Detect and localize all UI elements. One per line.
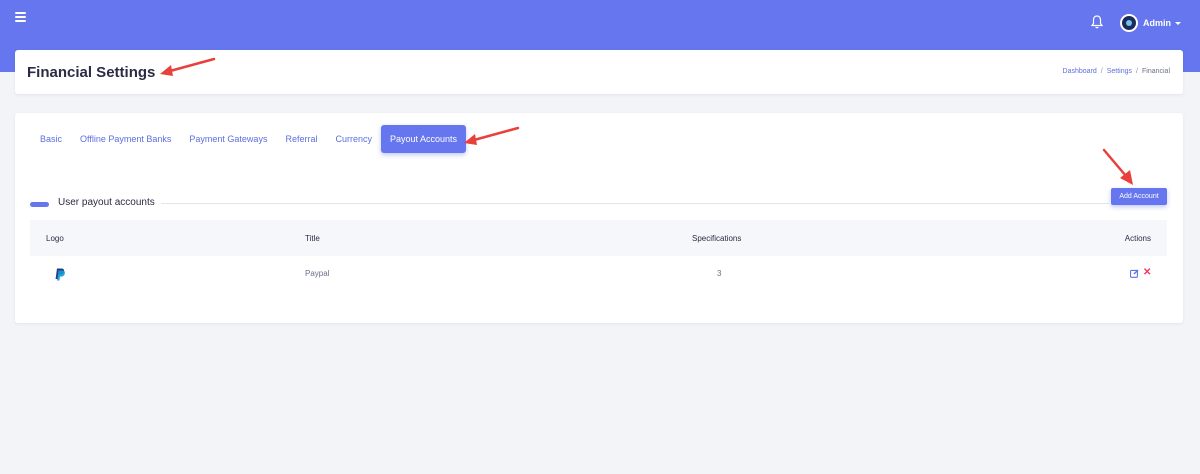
bell-icon[interactable] <box>1090 14 1104 30</box>
settings-tabs: Basic Offline Payment Banks Payment Gate… <box>31 125 467 153</box>
edit-icon[interactable] <box>1130 269 1139 278</box>
breadcrumb-settings[interactable]: Settings <box>1107 68 1132 75</box>
add-account-button[interactable]: Add Account <box>1111 188 1167 205</box>
table-header: Logo Title Specifications Actions <box>30 220 1167 256</box>
breadcrumb-financial: Financial <box>1141 68 1170 75</box>
column-header-title: Title <box>305 234 320 243</box>
settings-card: Basic Offline Payment Banks Payment Gate… <box>15 113 1183 323</box>
column-header-actions: Actions <box>1124 234 1151 243</box>
tab-referral[interactable]: Referral <box>276 125 326 153</box>
hamburger-icon[interactable] <box>15 12 26 22</box>
breadcrumb: Dashboard / Settings / Financial <box>1063 68 1170 75</box>
breadcrumb-separator: / <box>1136 68 1138 75</box>
user-menu[interactable]: Admin <box>1120 13 1181 33</box>
section-divider <box>161 203 1109 204</box>
tab-currency[interactable]: Currency <box>326 125 381 153</box>
paypal-icon <box>55 268 65 281</box>
row-title: Paypal <box>305 269 330 278</box>
breadcrumb-separator: / <box>1100 68 1103 75</box>
column-header-logo: Logo <box>46 234 64 243</box>
user-name: Admin <box>1143 18 1171 28</box>
delete-icon[interactable]: ✕ <box>1143 268 1151 278</box>
tab-offline-payment-banks[interactable]: Offline Payment Banks <box>71 125 180 153</box>
tab-payment-gateways[interactable]: Payment Gateways <box>180 125 276 153</box>
section-marker <box>30 202 49 207</box>
row-specifications: 3 <box>717 269 722 278</box>
table-row: Paypal 3 ✕ <box>30 256 1167 292</box>
section-title: User payout accounts <box>58 197 155 208</box>
caret-down-icon <box>1175 21 1181 25</box>
payout-accounts-table: Logo Title Specifications Actions Paypal… <box>30 220 1167 292</box>
page-header-card: Financial Settings Dashboard / Settings / Fi… <box>15 50 1183 94</box>
avatar <box>1120 14 1138 32</box>
tab-basic[interactable]: Basic <box>31 125 71 153</box>
column-header-specifications: Specifications <box>692 234 742 243</box>
tab-payout-accounts[interactable]: Payout Accounts <box>380 125 467 153</box>
breadcrumb-dashboard[interactable]: Dashboard <box>1063 68 1097 75</box>
page-title: Financial Settings <box>27 64 156 81</box>
